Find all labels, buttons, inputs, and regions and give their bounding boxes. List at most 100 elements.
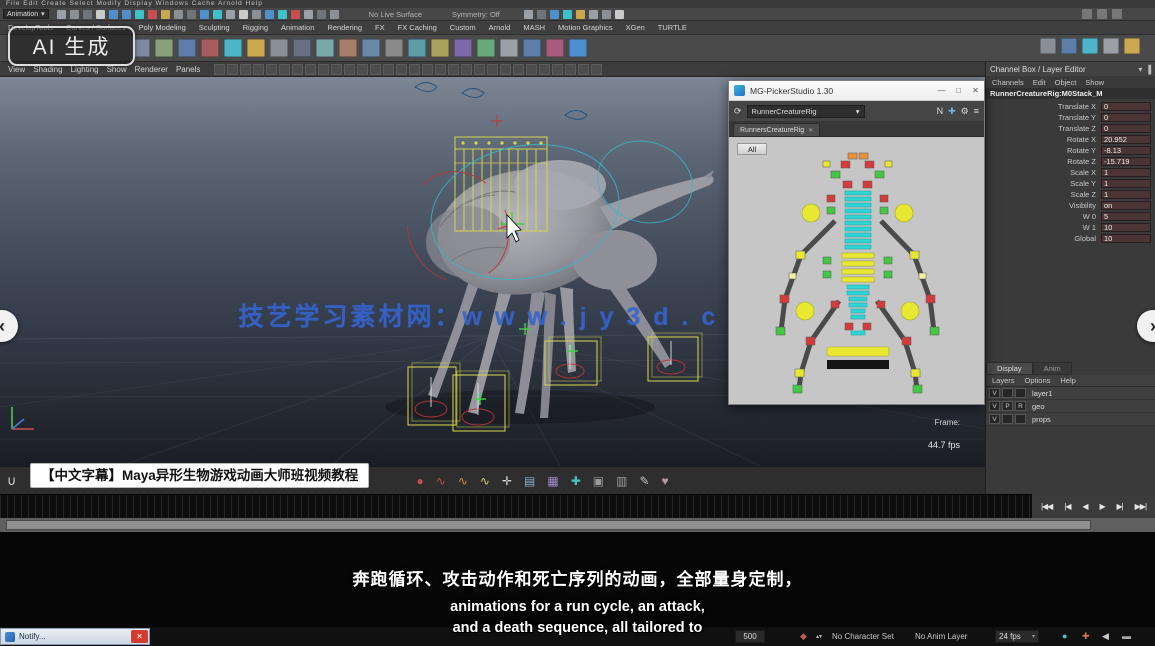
shelf-tool-icon[interactable] <box>247 39 265 57</box>
range-slider[interactable] <box>0 518 1155 532</box>
picker-reset-button[interactable] <box>827 360 889 369</box>
layer-type-toggle[interactable]: R <box>1015 401 1026 411</box>
anim-tool-icon[interactable]: ∿ <box>458 475 468 487</box>
channel-attribute-row[interactable]: Translate Y 0 <box>986 112 1151 122</box>
channel-attribute-row[interactable]: Scale Y 1 <box>986 178 1151 188</box>
viewport-toggle-icon[interactable] <box>435 64 446 75</box>
transport-button[interactable]: ▶▶| <box>1135 502 1146 511</box>
shelf-tool-icon[interactable] <box>178 39 196 57</box>
preferences-hammer-icon[interactable]: ▬ <box>1122 631 1131 641</box>
menu-set-selector[interactable]: Animation ▾ <box>3 9 49 19</box>
viewport-toggle-icon[interactable] <box>539 64 550 75</box>
viewport-toggle-icon[interactable] <box>461 64 472 75</box>
layer-editor-menu-item[interactable]: Options <box>1025 376 1051 385</box>
tab-display[interactable]: Display <box>986 362 1033 375</box>
toolbar-icon[interactable] <box>57 10 66 19</box>
viewport-toggle-icon[interactable] <box>214 64 225 75</box>
viewport-toggle-icon[interactable] <box>422 64 433 75</box>
toolbar-icon[interactable] <box>135 10 144 19</box>
shelf-tab[interactable]: FX <box>375 23 385 32</box>
shelf-tool-icon[interactable] <box>431 39 449 57</box>
add-icon[interactable]: ✚ <box>948 106 956 117</box>
range-slider-handle[interactable] <box>6 520 1091 530</box>
attribute-value-field[interactable]: on <box>1101 201 1151 210</box>
toolbar-icon[interactable] <box>589 10 598 19</box>
layer-editor-menu-item[interactable]: Layers <box>992 376 1015 385</box>
toolbar-icon[interactable] <box>563 10 572 19</box>
shelf-tool-icon[interactable] <box>477 39 495 57</box>
toolbar-icon[interactable] <box>187 10 196 19</box>
shelf-tool-icon[interactable] <box>293 39 311 57</box>
toolbar-icon[interactable] <box>524 10 533 19</box>
shelf-tab[interactable]: Rendering <box>327 23 362 32</box>
shelf-tab[interactable]: Arnold <box>489 23 511 32</box>
channel-attribute-row[interactable]: Rotate Z -15.719 <box>986 156 1151 166</box>
viewport-toggle-icon[interactable] <box>227 64 238 75</box>
panel-menu-item[interactable]: Renderer <box>135 65 168 74</box>
toolbar-icon[interactable] <box>330 10 339 19</box>
shelf-tool-icon[interactable] <box>155 39 173 57</box>
viewport-toggle-icon[interactable] <box>292 64 303 75</box>
toolbar-icon[interactable] <box>317 10 326 19</box>
viewport-toggle-icon[interactable] <box>474 64 485 75</box>
shelf-tool-icon[interactable] <box>1103 38 1119 54</box>
channel-attribute-row[interactable]: Scale X 1 <box>986 167 1151 177</box>
layer-editor-menu-item[interactable]: Help <box>1060 376 1075 385</box>
channel-attribute-row[interactable]: W 1 10 <box>986 222 1151 232</box>
shelf-tool-icon[interactable] <box>454 39 472 57</box>
attribute-value-field[interactable]: 10 <box>1101 223 1151 232</box>
close-tab-icon[interactable]: ✕ <box>808 127 813 134</box>
toolbar-icon[interactable] <box>96 10 105 19</box>
shelf-tool-icon[interactable] <box>316 39 334 57</box>
picker-tab[interactable]: RunnersCreatureRig ✕ <box>733 123 820 136</box>
toolbar-icon[interactable] <box>550 10 559 19</box>
notify-mini-window[interactable]: Notify... ✕ <box>0 628 150 645</box>
shelf-tool-icon[interactable] <box>385 39 403 57</box>
toolbar-icon[interactable] <box>109 10 118 19</box>
selected-object-name[interactable]: RunnerCreatureRig:M0Stack_M <box>986 88 1155 99</box>
namespace-toggle-icon[interactable]: N <box>937 106 944 116</box>
layer-type-toggle[interactable] <box>1015 414 1026 424</box>
shelf-tab[interactable]: Poly Modeling <box>139 23 186 32</box>
toolbar-icon[interactable] <box>537 10 546 19</box>
viewport-toggle-icon[interactable] <box>305 64 316 75</box>
panel-menu-item[interactable]: Panels <box>176 65 200 74</box>
attribute-value-field[interactable]: 5 <box>1101 212 1151 221</box>
fps-selector[interactable]: 24 fps ▾ <box>995 630 1039 643</box>
layer-type-toggle[interactable] <box>1015 388 1026 398</box>
anim-tool-icon[interactable]: ▦ <box>547 475 558 487</box>
anim-tool-icon[interactable]: ▤ <box>524 475 535 487</box>
attribute-value-field[interactable]: 0 <box>1101 124 1151 133</box>
minimize-button[interactable]: — <box>933 84 950 98</box>
toolbar-icon[interactable] <box>200 10 209 19</box>
toolbar-icon[interactable] <box>213 10 222 19</box>
maximize-button[interactable]: □ <box>950 84 967 98</box>
viewport-toggle-icon[interactable] <box>331 64 342 75</box>
shelf-tool-icon[interactable] <box>224 39 242 57</box>
shelf-tab[interactable]: Custom <box>450 23 476 32</box>
viewport-toggle-icon[interactable] <box>279 64 290 75</box>
channel-attribute-row[interactable]: Translate X 0 <box>986 101 1151 111</box>
transport-button[interactable]: |◀ <box>1064 502 1070 511</box>
viewport-toggle-icon[interactable] <box>565 64 576 75</box>
viewport-toggle-icon[interactable] <box>240 64 251 75</box>
universal-manip-icon[interactable]: ∪ <box>7 473 17 489</box>
transport-button[interactable]: ▶| <box>1117 502 1123 511</box>
attribute-value-field[interactable]: 20.952 <box>1101 135 1151 144</box>
shelf-tool-icon[interactable] <box>362 39 380 57</box>
anim-tool-icon[interactable]: ∿ <box>480 475 490 487</box>
shelf-tool-icon[interactable] <box>569 39 587 57</box>
channel-attribute-row[interactable]: Global 10 <box>986 233 1151 243</box>
toolbar-icon[interactable] <box>576 10 585 19</box>
toolbar-icon[interactable] <box>161 10 170 19</box>
toolbar-icon[interactable] <box>304 10 313 19</box>
shelf-tool-icon[interactable] <box>1040 38 1056 54</box>
viewport-toggle-icon[interactable] <box>513 64 524 75</box>
channel-box-menu-item[interactable]: Show <box>1085 78 1104 87</box>
pin-icon[interactable]: ▾ <box>1138 65 1142 74</box>
channel-attribute-row[interactable]: Scale Z 1 <box>986 189 1151 199</box>
attribute-value-field[interactable]: -8.13 <box>1101 146 1151 155</box>
channel-attribute-row[interactable]: Translate Z 0 <box>986 123 1151 133</box>
shelf-tool-icon[interactable] <box>500 39 518 57</box>
anim-tool-icon[interactable]: ▣ <box>593 475 604 487</box>
